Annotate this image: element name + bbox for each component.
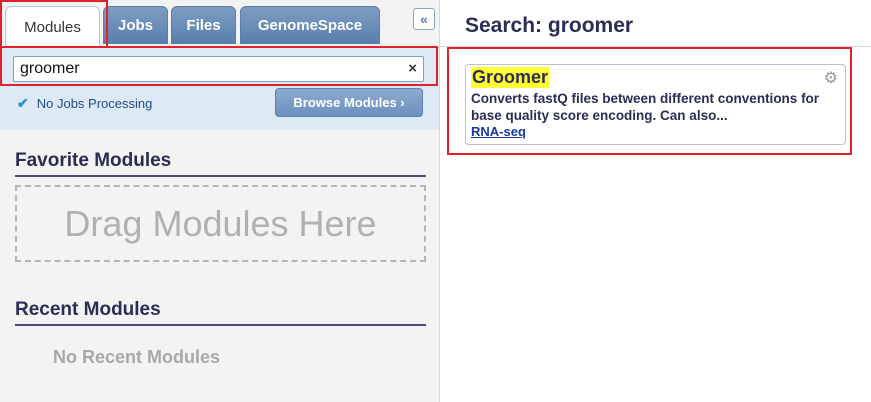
no-recent-modules-text: No Recent Modules [53,347,221,367]
collapse-panel-button[interactable]: « [413,8,435,30]
job-status-text: No Jobs Processing [36,96,153,111]
browse-modules-button[interactable]: Browse Modules › [275,88,423,117]
drop-zone-text: Drag Modules Here [64,202,377,244]
clear-search-icon[interactable]: × [408,60,417,77]
job-status: ✔ No Jobs Processing [17,95,152,112]
search-area: × ✔ No Jobs Processing Browse Modules › [0,48,439,130]
checkmark-icon: ✔ [17,95,29,111]
favorites-drop-zone[interactable]: Drag Modules Here [15,185,426,262]
title-rule [440,46,871,47]
panel-divider[interactable] [439,0,440,402]
recent-modules-title: Recent Modules [15,299,426,326]
tab-modules[interactable]: Modules [5,6,100,48]
gear-icon[interactable]: ⚙ [824,68,838,88]
module-result-card[interactable]: Groomer Converts fastQ files between dif… [465,64,846,145]
search-input[interactable] [14,57,406,81]
search-box: × [13,56,424,82]
tab-genomespace[interactable]: GenomeSpace [240,6,380,44]
tab-bar: Modules Jobs Files GenomeSpace « [0,0,439,48]
search-results-title: Search: groomer [465,14,634,37]
module-description: Converts fastQ files between different c… [471,91,820,123]
tab-files[interactable]: Files [171,6,236,44]
favorite-modules-title: Favorite Modules [15,150,426,177]
tab-jobs[interactable]: Jobs [103,6,168,44]
module-tag-link[interactable]: RNA-seq [471,124,840,139]
left-panel: Modules Jobs Files GenomeSpace « × ✔ No … [0,0,439,402]
module-name[interactable]: Groomer [471,67,550,88]
